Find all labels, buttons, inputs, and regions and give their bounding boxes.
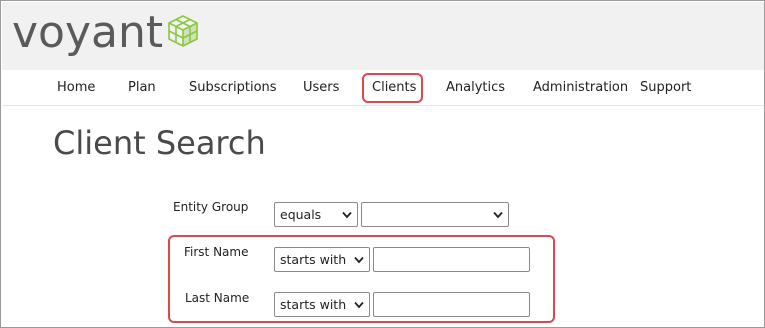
- nav-item-analytics[interactable]: Analytics: [446, 70, 505, 106]
- last-name-operator-value: starts with: [280, 297, 347, 312]
- entity-group-operator-value: equals: [280, 207, 322, 222]
- logo-text[interactable]: voyant: [12, 5, 163, 61]
- nav-item-administration[interactable]: Administration: [533, 70, 628, 106]
- first-name-operator-select[interactable]: starts with: [274, 247, 370, 272]
- first-name-operator-value: starts with: [280, 252, 347, 267]
- clients-highlight: [362, 73, 423, 103]
- app-frame: voyant Home Plan Subscriptions Users Cli…: [0, 0, 765, 328]
- entity-group-value-select[interactable]: [361, 202, 509, 227]
- first-name-input[interactable]: [373, 247, 530, 272]
- last-name-input[interactable]: [373, 292, 530, 317]
- first-name-label: First Name: [184, 245, 249, 259]
- nav-item-home[interactable]: Home: [57, 70, 95, 106]
- nav-item-users[interactable]: Users: [303, 70, 339, 106]
- header: voyant: [2, 2, 764, 70]
- chevron-down-icon: [354, 256, 364, 264]
- entity-group-operator-select[interactable]: equals: [274, 202, 358, 227]
- nav-item-subscriptions[interactable]: Subscriptions: [189, 70, 277, 106]
- cube-logo-icon: [168, 15, 198, 47]
- nav-item-plan[interactable]: Plan: [128, 70, 156, 106]
- entity-group-label: Entity Group: [173, 200, 249, 214]
- chevron-down-icon: [354, 301, 364, 309]
- last-name-label: Last Name: [185, 291, 250, 305]
- chevron-down-icon: [493, 211, 503, 219]
- chevron-down-icon: [342, 211, 352, 219]
- last-name-operator-select[interactable]: starts with: [274, 292, 370, 317]
- page-title: Client Search: [53, 124, 266, 162]
- nav-item-support[interactable]: Support: [640, 70, 691, 106]
